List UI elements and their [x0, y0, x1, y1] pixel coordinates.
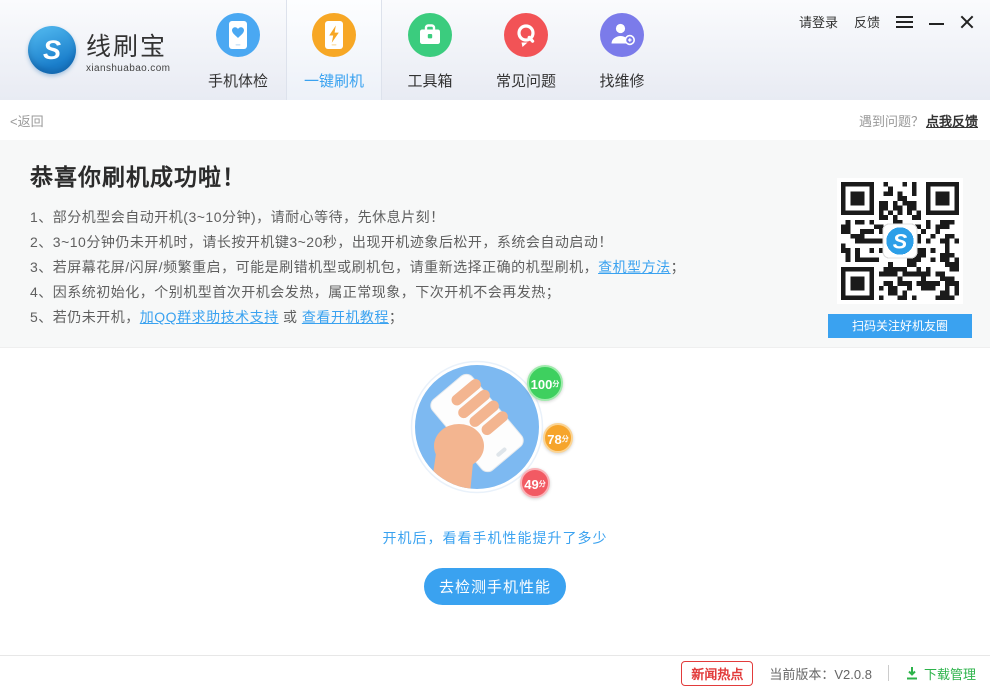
- score-badge: 78分: [543, 423, 573, 453]
- score-value: 78: [547, 433, 561, 446]
- app-header: S 线刷宝 xianshuabao.com 手机体检 一键刷机 工具箱 常见问题 找维修…: [0, 0, 990, 100]
- qq-group-link[interactable]: 加QQ群求助技术支持: [140, 309, 279, 325]
- nav-item-find-repair[interactable]: 找维修: [574, 0, 670, 100]
- menu-icon[interactable]: [896, 16, 913, 28]
- boot-tutorial-link[interactable]: 查看开机教程: [302, 309, 389, 325]
- app-window: S 线刷宝 xianshuabao.com 手机体检 一键刷机 工具箱 常见问题 找维修…: [0, 0, 990, 690]
- subheader: <返回 遇到问题？点我反馈: [0, 100, 990, 140]
- phone-in-hand-illustration: 100分78分49分: [380, 360, 610, 508]
- phone-health-icon: [216, 13, 260, 62]
- instruction-line: 1、部分机型会自动开机(3~10分钟)，请耐心等待，先休息片刻！: [30, 205, 790, 230]
- qr-code: S: [837, 178, 963, 304]
- check-model-link[interactable]: 查机型方法: [598, 259, 671, 275]
- brand-domain: xianshuabao.com: [86, 63, 170, 74]
- performance-panel: 100分78分49分 开机后，看看手机性能提升了多少 去检测手机性能: [0, 360, 990, 605]
- brand-logo-letter: S: [43, 35, 61, 66]
- version-label: 当前版本：V2.0.8: [769, 664, 872, 683]
- app-footer: 新闻热点 当前版本：V2.0.8 下载管理: [0, 655, 990, 690]
- performance-caption: 开机后，看看手机性能提升了多少: [0, 528, 990, 548]
- score-value: 100: [531, 378, 553, 391]
- instruction-line: 4、因系统初始化，个别机型首次开机会发热，属正常现象，下次开机不会再发热；: [30, 280, 790, 305]
- instruction-list: 1、部分机型会自动开机(3~10分钟)，请耐心等待，先休息片刻！2、3~10分钟…: [30, 205, 790, 330]
- close-icon[interactable]: [960, 15, 974, 29]
- feedback-link[interactable]: 反馈: [854, 12, 880, 31]
- nav-item-phone-checkup[interactable]: 手机体检: [190, 0, 286, 100]
- qr-block: S 扫码关注好机友圈: [828, 178, 972, 338]
- feedback-me-link[interactable]: 点我反馈: [926, 114, 978, 129]
- flash-success-panel: 恭喜你刷机成功啦！ 1、部分机型会自动开机(3~10分钟)，请耐心等待，先休息片…: [0, 140, 990, 348]
- brand-name: 线刷宝: [86, 27, 170, 63]
- score-badge: 49分: [520, 468, 550, 498]
- login-link[interactable]: 请登录: [799, 12, 838, 31]
- download-manager-button[interactable]: 下载管理: [905, 664, 976, 683]
- news-hotspot-button[interactable]: 新闻热点: [681, 661, 753, 686]
- download-label: 下载管理: [924, 664, 976, 683]
- score-unit: 分: [562, 436, 569, 443]
- toolbox-icon: [408, 13, 452, 62]
- window-controls: 请登录 反馈: [799, 12, 974, 31]
- score-unit: 分: [552, 381, 559, 388]
- instruction-line: 5、若仍未开机，加QQ群求助技术支持 或 查看开机教程；: [30, 305, 790, 330]
- score-badge: 100分: [527, 365, 563, 401]
- nav-item-label: 找维修: [599, 70, 644, 91]
- nav-item-label: 常见问题: [496, 70, 556, 91]
- app-logo[interactable]: S 线刷宝 xianshuabao.com: [0, 0, 190, 100]
- footer-divider: [888, 665, 889, 681]
- svg-text:S: S: [893, 229, 908, 254]
- main-nav: 手机体检 一键刷机 工具箱 常见问题 找维修: [190, 0, 670, 100]
- phone-flash-icon: [312, 13, 356, 62]
- download-icon: [905, 666, 919, 680]
- instruction-line: 2、3~10分钟仍未开机时，请长按开机键3~20秒，出现开机迹象后松开，系统会自…: [30, 230, 790, 255]
- nav-item-label: 手机体检: [208, 70, 268, 91]
- test-performance-button[interactable]: 去检测手机性能: [424, 568, 566, 605]
- repair-icon: [600, 13, 644, 62]
- score-unit: 分: [539, 481, 546, 488]
- minimize-icon[interactable]: [929, 23, 944, 25]
- issue-text: 遇到问题？: [859, 114, 924, 129]
- instruction-line: 3、若屏幕花屏/闪屏/频繁重启，可能是刷错机型或刷机包，请重新选择正确的机型刷机…: [30, 255, 790, 280]
- score-value: 49: [524, 478, 538, 491]
- brand-logo-icon: S: [28, 26, 76, 74]
- faq-icon: [504, 13, 548, 62]
- nav-item-label: 工具箱: [407, 70, 452, 91]
- nav-item-label: 一键刷机: [304, 70, 364, 91]
- nav-item-toolbox[interactable]: 工具箱: [382, 0, 478, 100]
- success-title: 恭喜你刷机成功啦！: [30, 158, 790, 192]
- nav-item-faq[interactable]: 常见问题: [478, 0, 574, 100]
- issue-prompt: 遇到问题？点我反馈: [859, 111, 978, 130]
- qr-caption-banner[interactable]: 扫码关注好机友圈: [828, 314, 972, 338]
- back-button[interactable]: <返回: [10, 111, 44, 130]
- nav-item-one-key-flash[interactable]: 一键刷机: [286, 0, 382, 100]
